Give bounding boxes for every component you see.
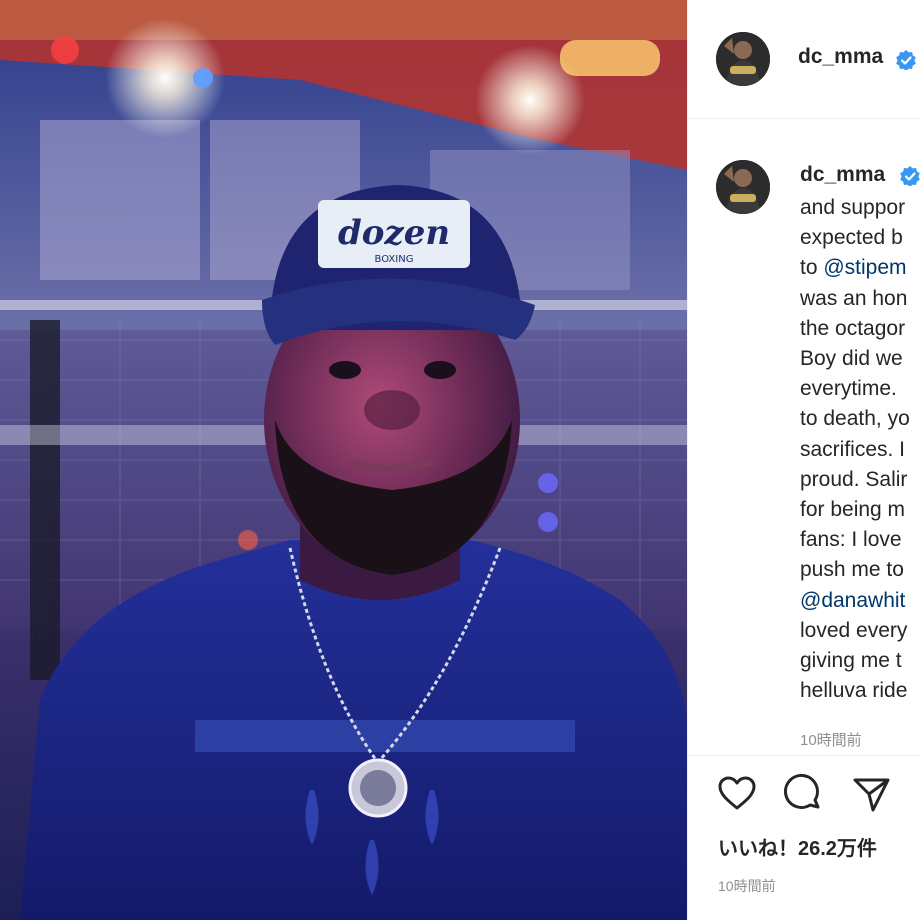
caption-text: and suppor expected b to @stipem was an hon… [800,193,920,706]
caption-line-text: fans: I love [800,528,902,552]
caption-line-text: everytime. [800,377,897,401]
caption-line: loved every [800,616,920,646]
comment-icon[interactable] [784,774,824,814]
caption-timestamp: 10時間前 [800,732,862,749]
caption-line: everytime. [800,374,920,404]
post-timestamp: 10時間前 [718,878,776,894]
caption-line: was an hon [800,284,920,314]
caption-line-text: sacrifices. I [800,437,906,461]
caption-line-text: proud. Salir [800,467,908,491]
caption-line-text: expected b [800,226,903,250]
post-actions: いいね！26.2万件 10時間前 [688,755,920,920]
mention-link[interactable]: @danawhit [800,589,905,612]
caption-line-text: was an hon [800,286,908,310]
post-side-panel: dc_mma dc_mma and suppor expected b to @st… [687,0,920,920]
caption-line: expected b [800,223,920,253]
avatar[interactable] [716,32,770,86]
caption-verified-badge-icon [900,166,920,186]
caption-line-text: helluva ride [800,679,908,703]
caption-line-prefix: to [800,256,824,280]
verified-badge-icon [896,50,916,70]
caption-username[interactable]: dc_mma [800,163,885,187]
likes-count[interactable]: いいね！26.2万件 [718,832,877,861]
mention-link[interactable]: @stipem [823,256,906,279]
post-header: dc_mma [688,0,920,119]
caption-line: and suppor [800,193,920,223]
caption-line: Boy did we [800,344,920,374]
cap-logo-subtext: BOXING [375,254,414,265]
caption-line: the octagor [800,314,920,344]
caption-line-text: loved every [800,618,908,642]
header-username[interactable]: dc_mma [798,45,883,69]
caption-avatar[interactable] [716,160,770,214]
caption-line-text: push me to [800,558,904,582]
caption-line: giving me t [800,646,920,676]
caption-line-text: and suppor [800,196,906,219]
caption-line: push me to [800,555,920,585]
cap-logo-text: dozen [338,213,450,253]
caption-line: @danawhit [800,586,920,616]
caption-line-text: the octagor [800,316,906,340]
caption-line-text: for being m [800,498,906,522]
caption-line: proud. Salir [800,465,920,495]
post-photo[interactable]: dozen BOXING [0,0,687,920]
caption-line: to death, yo [800,404,920,434]
caption-line: helluva ride [800,676,920,706]
caption-line: for being m [800,495,920,525]
heart-icon[interactable] [717,774,757,814]
caption-line-text: Boy did we [800,347,903,371]
caption-line: to @stipem [800,253,920,283]
caption-line-text: to death, yo [800,407,910,431]
caption-line: sacrifices. I [800,435,920,465]
share-icon[interactable] [851,774,891,814]
caption-line-text: giving me t [800,649,902,673]
caption-line: fans: I love [800,525,920,555]
